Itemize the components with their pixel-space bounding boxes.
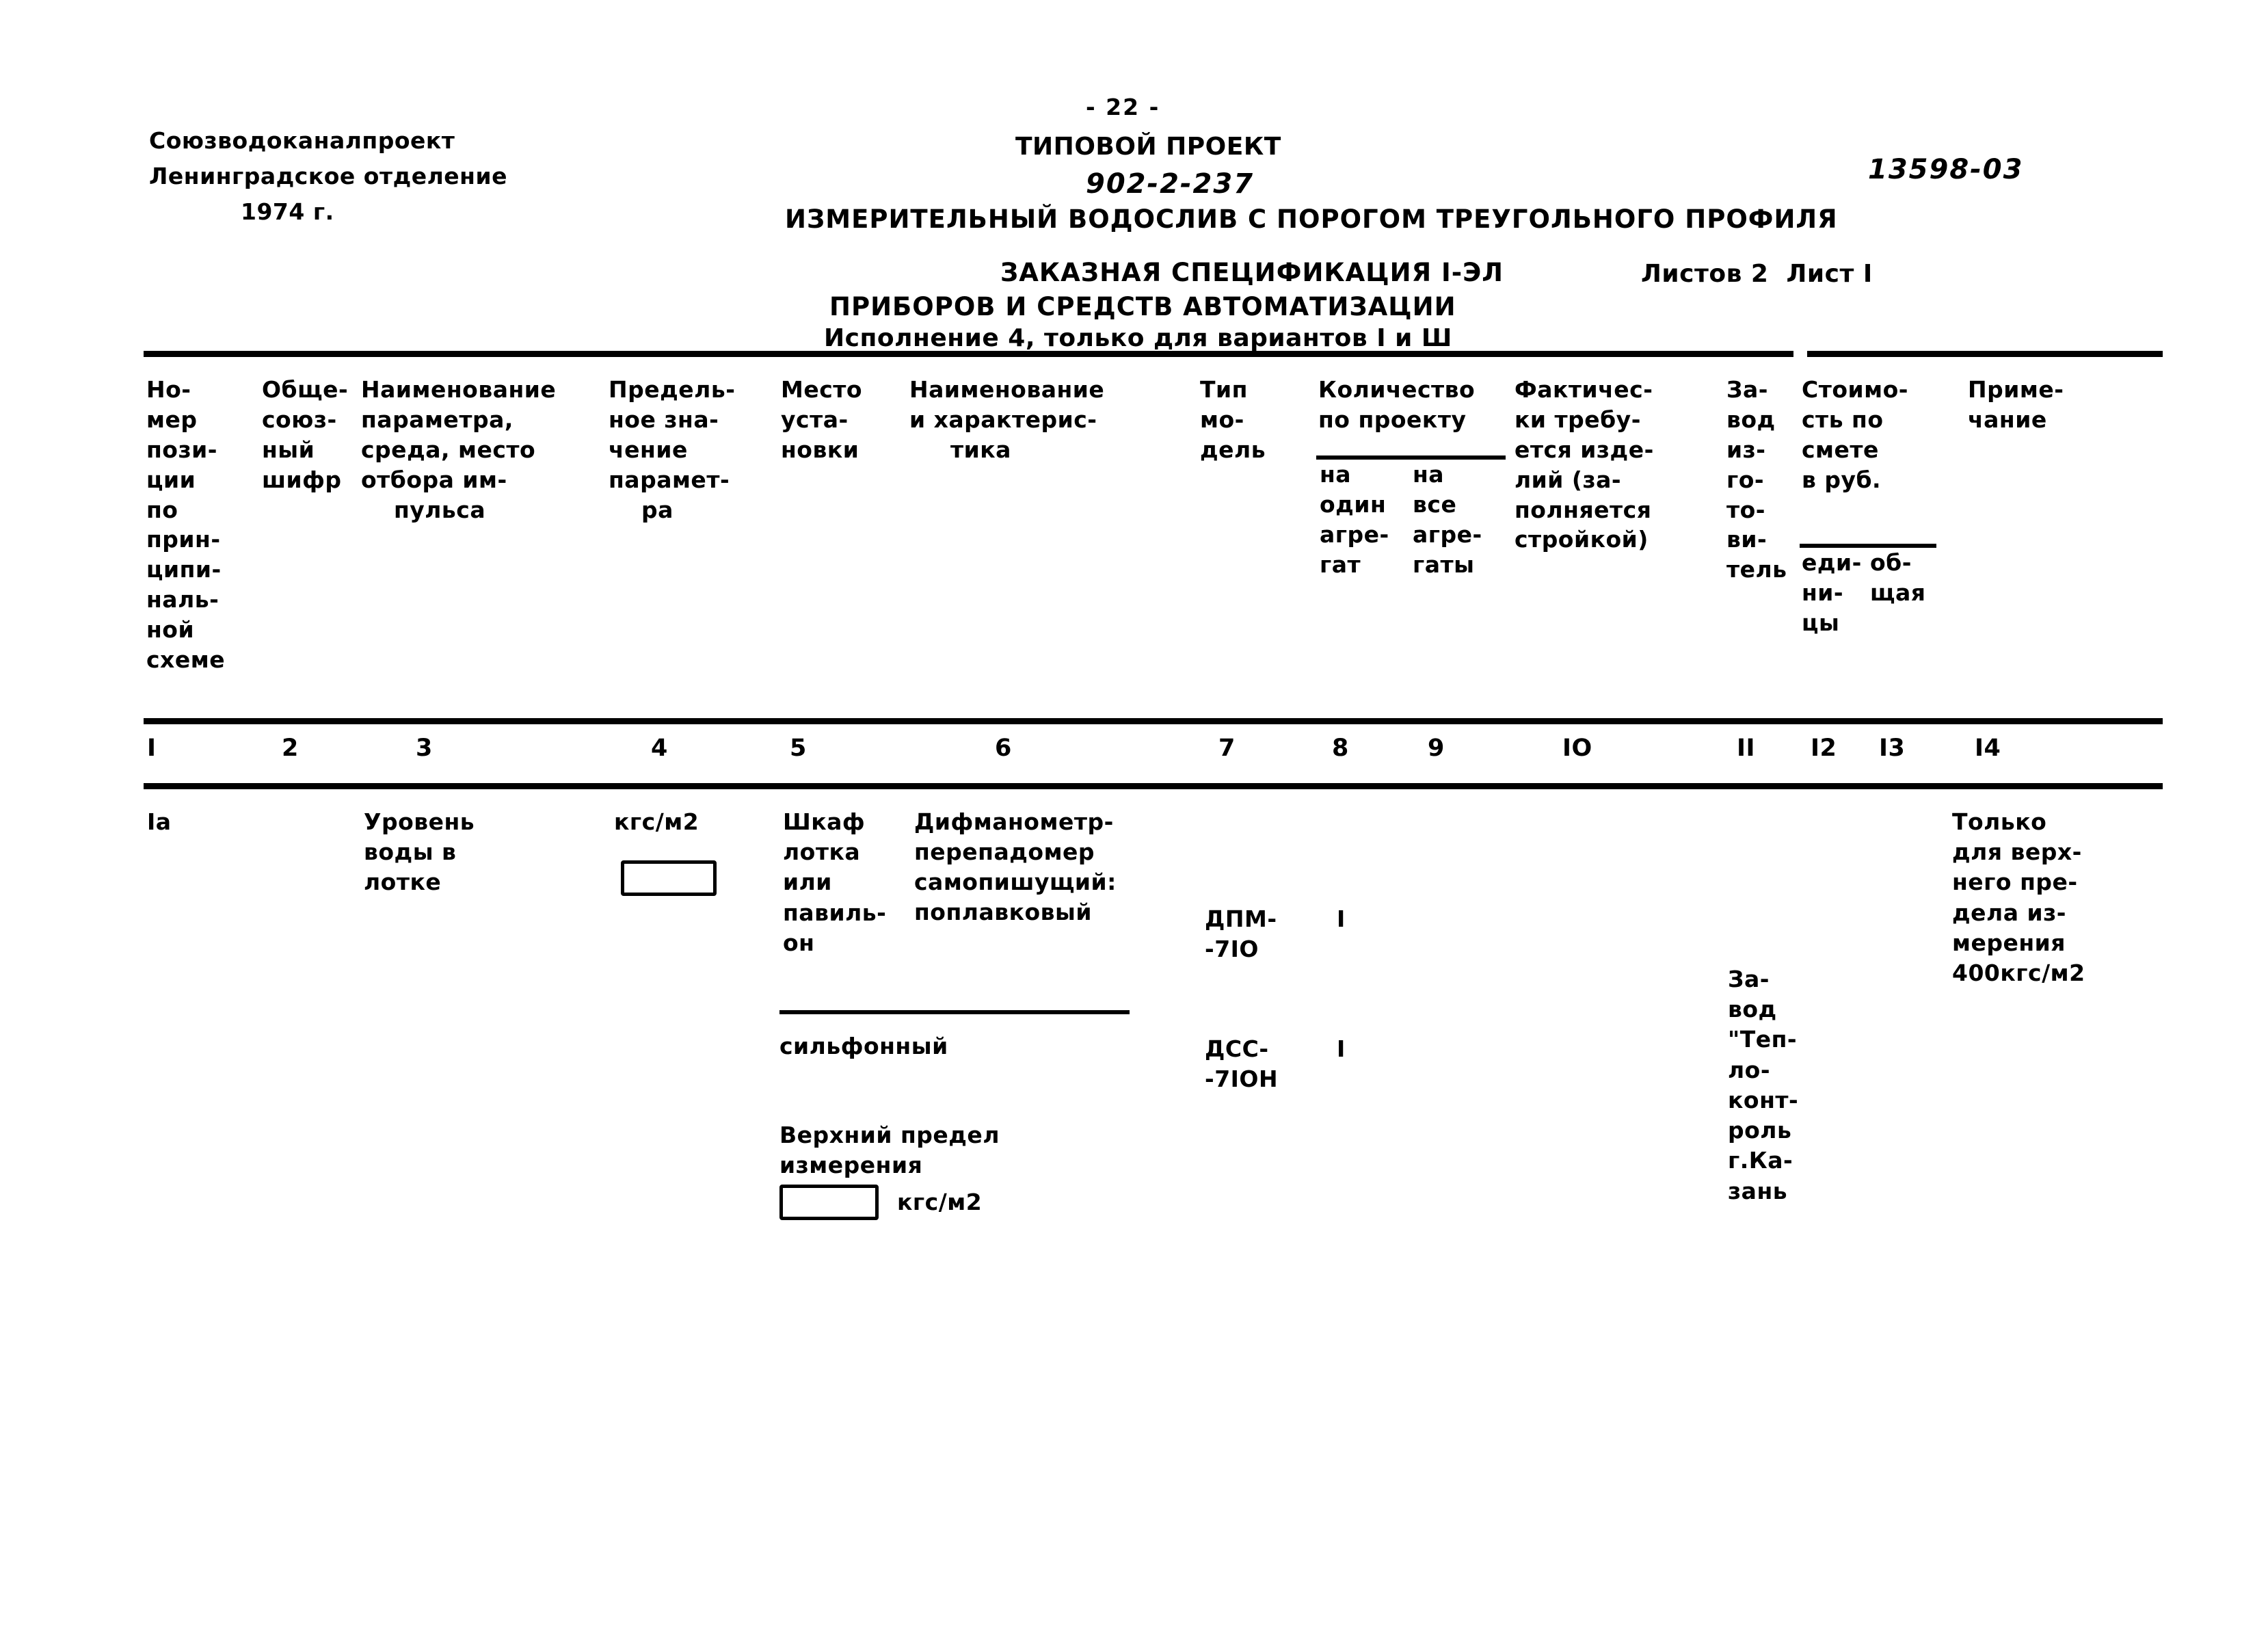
column-number-3: 3 bbox=[416, 735, 433, 762]
table-top-rule-right bbox=[1807, 351, 2163, 357]
sheets-label: Листов 2 Лист I bbox=[1641, 260, 1873, 288]
cell-name-note-unit: кгс/м2 bbox=[897, 1189, 983, 1215]
cell-position: Iа bbox=[147, 808, 172, 835]
cell-name-note-line-2: измерения bbox=[779, 1152, 923, 1178]
column-header-6: Наименование и характерис- тика bbox=[909, 376, 1105, 463]
cell-parameter: Уровень воды в лотке bbox=[364, 808, 475, 896]
column-header-2: Обще- союз- ный шифр bbox=[262, 376, 349, 493]
column-header-11: За- вод из- го- то- ви- тель bbox=[1726, 376, 1787, 583]
cell-name-item-2: сильфонный bbox=[779, 1033, 948, 1059]
project-title: ИЗМЕРИТЕЛЬНЫЙ ВОДОСЛИВ С ПОРОГОМ ТРЕУГОЛ… bbox=[785, 204, 1838, 234]
column-header-12: еди- ни- цы bbox=[1802, 549, 1862, 636]
cell-name-line-3: самопишущий: bbox=[914, 869, 1117, 895]
column-header-4: Предель- ное зна- чение парамет- ра bbox=[609, 376, 736, 523]
variant-note: Исполнение 4, только для вариантов I и Ш bbox=[824, 324, 1452, 352]
limit-value-box[interactable] bbox=[621, 860, 717, 896]
project-number: 902-2-237 bbox=[1086, 168, 1255, 200]
column-number-13: I3 bbox=[1879, 735, 1906, 762]
column-number-5: 5 bbox=[790, 735, 807, 762]
drawing-code: 13598-03 bbox=[1868, 154, 2024, 185]
cell-limit-unit: кгс/м2 bbox=[614, 808, 699, 835]
cell-note: Только для верх- него пре- дела из- мере… bbox=[1952, 808, 2085, 987]
cell-name-note-line-1: Верхний предел bbox=[779, 1122, 1000, 1148]
column-number-9: 9 bbox=[1428, 735, 1445, 762]
cell-install-place: Шкаф лотка или павиль- он bbox=[783, 808, 887, 956]
table-top-rule-left bbox=[144, 351, 1793, 357]
column-number-10: IO bbox=[1562, 735, 1592, 762]
organization-year: 1974 г. bbox=[241, 198, 334, 225]
column-header-13: об- щая bbox=[1870, 549, 1926, 606]
column-number-8: 8 bbox=[1332, 735, 1349, 762]
cell-quantity-per-unit-2: I bbox=[1337, 1035, 1346, 1062]
column-number-1: I bbox=[147, 735, 157, 762]
column-number-12: I2 bbox=[1811, 735, 1837, 762]
spec-title-line-1: ЗАКАЗНАЯ СПЕЦИФИКАЦИЯ I-ЭЛ bbox=[1000, 258, 1504, 287]
column-number-14: I4 bbox=[1975, 735, 2001, 762]
column-number-7: 7 bbox=[1218, 735, 1236, 762]
column-header-9: на все агре- гаты bbox=[1413, 461, 1482, 578]
column-header-5: Место уста- новки bbox=[781, 376, 863, 463]
table-header-bottom-rule bbox=[144, 718, 2163, 724]
cell-type-model-2: ДСС- -7IOН bbox=[1205, 1035, 1279, 1093]
column-number-2: 2 bbox=[282, 735, 299, 762]
cell-type-model-1: ДПМ- -7IO bbox=[1205, 906, 1277, 963]
column-header-10: Фактичес- ки требу- ется изде- лий (за- … bbox=[1515, 376, 1654, 553]
row-subdivider-rule bbox=[779, 1010, 1130, 1014]
column-number-4: 4 bbox=[651, 735, 668, 762]
column-header-14: Приме- чание bbox=[1968, 376, 2064, 433]
column-header-cost-title: Стоимо- сть по смете в руб. bbox=[1802, 376, 1908, 493]
cell-name-line-2: перепадомер bbox=[914, 838, 1095, 865]
organization-line-2: Ленинградское отделение bbox=[149, 163, 507, 189]
column-number-11: II bbox=[1737, 735, 1756, 762]
column-header-7: Тип мо- дель bbox=[1200, 376, 1266, 463]
organization-line-1: Союзводоканалпроект bbox=[149, 127, 455, 154]
upper-limit-value-box[interactable] bbox=[779, 1185, 879, 1220]
column-header-8: на один агре- гат bbox=[1320, 461, 1389, 578]
table-number-row-bottom-rule bbox=[144, 783, 2163, 789]
project-label: ТИПОВОЙ ПРОЕКТ bbox=[1015, 133, 1281, 161]
cell-quantity-per-unit-1: I bbox=[1337, 906, 1346, 932]
cell-name-line-1: Дифманометр- bbox=[914, 808, 1114, 835]
cell-name-item-1: поплавковый bbox=[914, 899, 1093, 925]
spec-title-line-2: ПРИБОРОВ И СРЕДСТВ АВТОМАТИЗАЦИИ bbox=[829, 292, 1456, 321]
column-header-quantity-title: Количество по проекту bbox=[1318, 376, 1476, 433]
page-number: - 22 - bbox=[1086, 94, 1160, 120]
column-header-3: Наименование параметра, среда, место отб… bbox=[361, 376, 557, 523]
column-number-6: 6 bbox=[995, 735, 1012, 762]
document-page: Союзводоканалпроект Ленинградское отделе… bbox=[0, 0, 2268, 1625]
column-header-1: Но- мер пози- ции по прин- ципи- наль- н… bbox=[146, 376, 226, 673]
cell-manufacturer: За- вод "Теп- ло- конт- роль г.Ка- зань bbox=[1728, 966, 1799, 1204]
